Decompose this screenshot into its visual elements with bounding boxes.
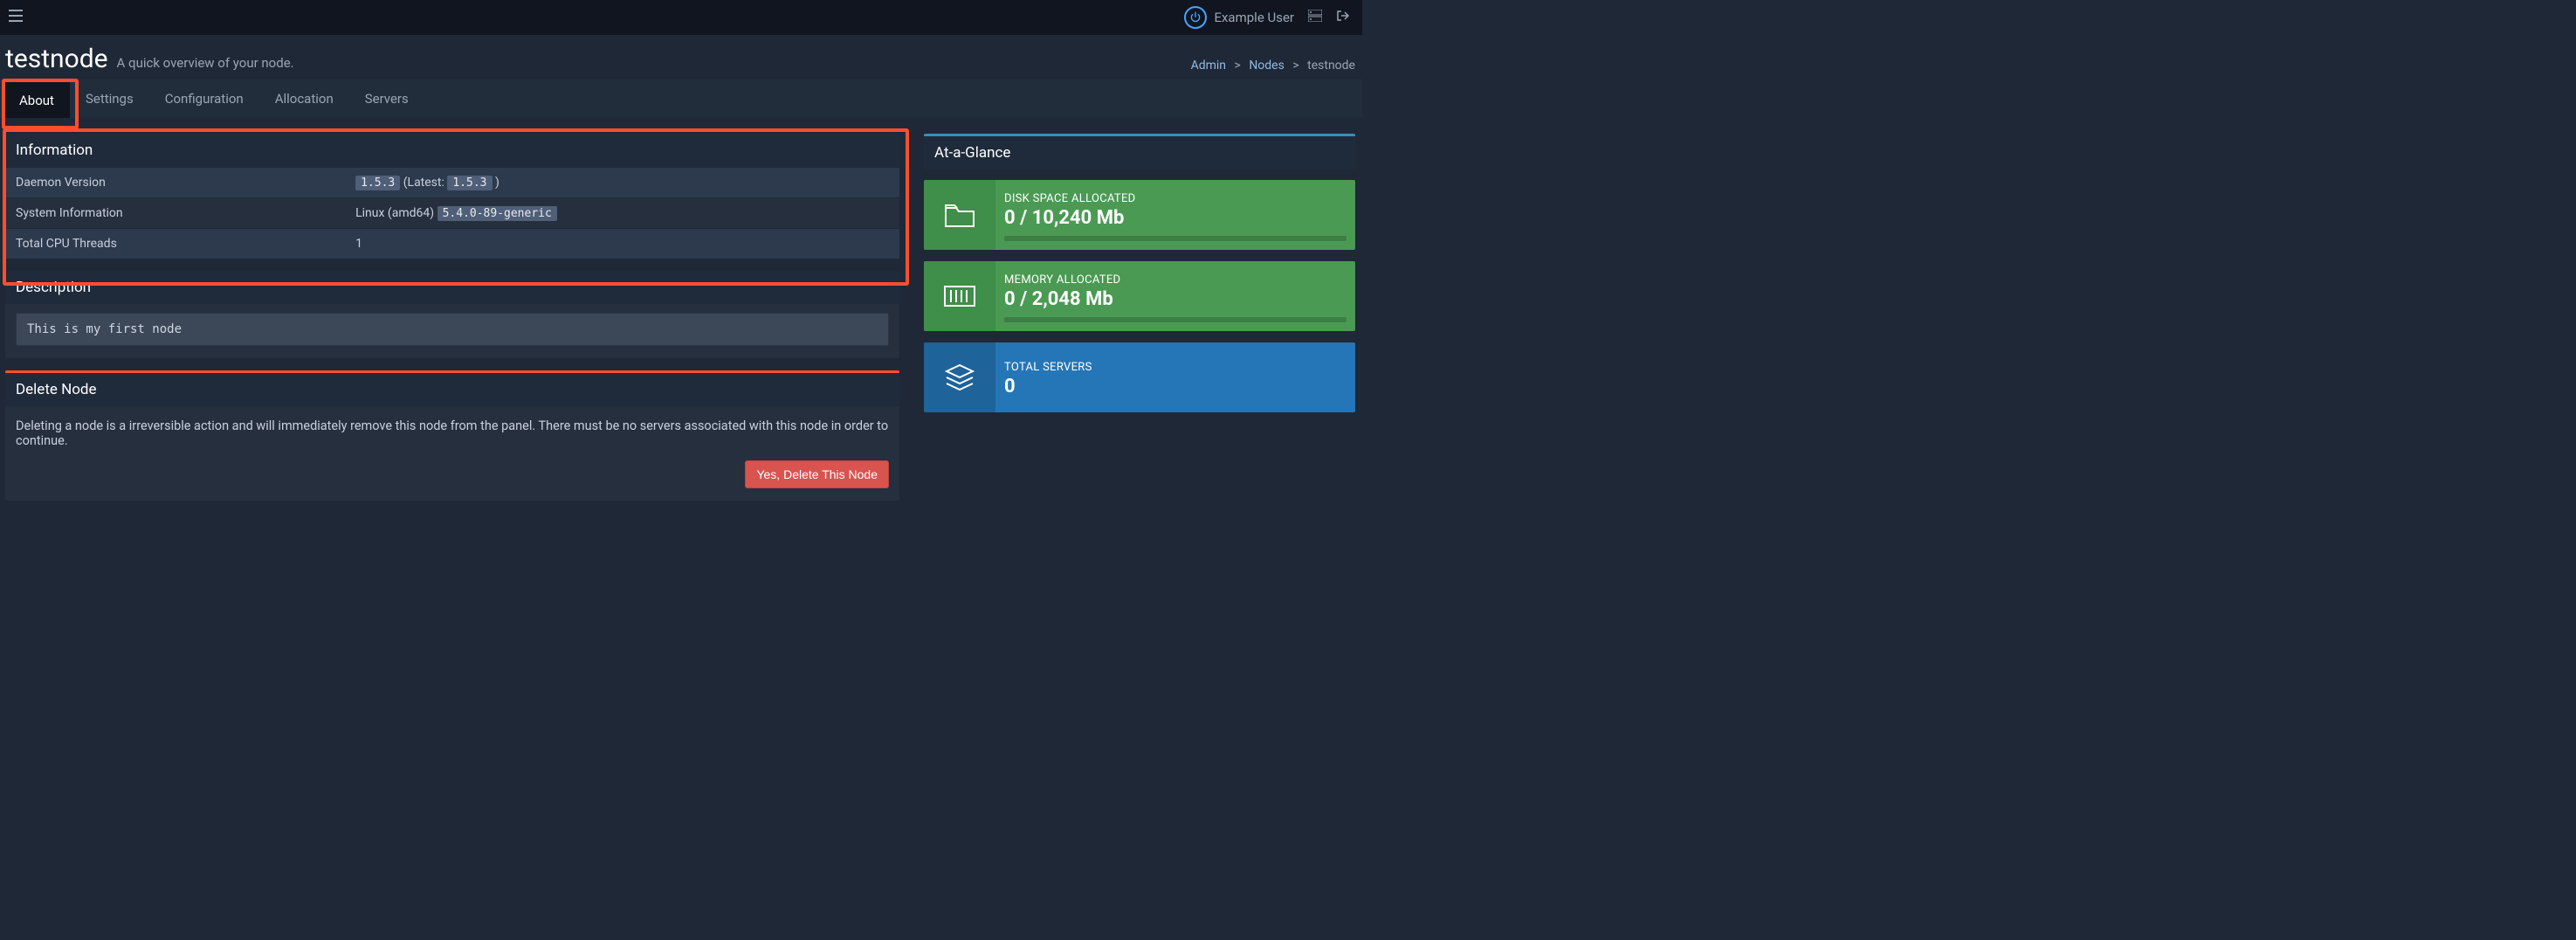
microchip-icon [924, 261, 995, 331]
daemon-version-label: Daemon Version [5, 168, 345, 198]
user-menu[interactable]: Example User [1184, 6, 1294, 29]
servers-value: 0 [1004, 376, 1347, 397]
at-a-glance-title: At-a-Glance [924, 136, 1355, 169]
daemon-version-code: 1.5.3 [355, 176, 400, 190]
table-row: Total CPU Threads 1 [5, 229, 899, 259]
breadcrumb-nodes[interactable]: Nodes [1249, 59, 1285, 73]
daemon-version-latest-suffix: ) [495, 176, 499, 190]
tab-allocation[interactable]: Allocation [259, 79, 349, 118]
page-title-text: testnode [5, 44, 108, 74]
username-label: Example User [1214, 10, 1294, 25]
breadcrumb-sep-icon: > [1287, 59, 1304, 73]
description-panel-title: Description [5, 271, 899, 304]
tab-servers-label: Servers [365, 91, 409, 107]
tab-configuration-label: Configuration [165, 91, 244, 107]
tab-configuration[interactable]: Configuration [149, 79, 259, 118]
tab-settings-label: Settings [86, 91, 134, 107]
tab-about-label: About [19, 93, 54, 108]
memory-progress-bar [1004, 317, 1347, 322]
memory-value: 0 / 2,048 Mb [1004, 288, 1347, 310]
page-header: testnode A quick overview of your node. … [0, 35, 1362, 79]
system-info-kernel: 5.4.0-89-generic [437, 206, 557, 221]
logout-button[interactable] [1331, 5, 1355, 30]
disk-tile: DISK SPACE ALLOCATED 0 / 10,240 Mb [924, 180, 1355, 250]
tab-row: About Settings Configuration Allocation … [0, 79, 1362, 118]
disk-value: 0 / 10,240 Mb [1004, 207, 1347, 229]
system-info-label: System Information [5, 198, 345, 229]
disk-progress-bar [1004, 236, 1347, 241]
cpu-threads-label: Total CPU Threads [5, 229, 345, 259]
system-info-os: Linux (amd64) [355, 206, 437, 220]
at-a-glance-panel: At-a-Glance DISK SPACE ALLOCATED 0 / 10,… [924, 134, 1355, 412]
sidebar-toggle-button[interactable] [3, 5, 28, 30]
cpu-threads-value: 1 [345, 229, 899, 259]
delete-node-button[interactable]: Yes, Delete This Node [745, 460, 889, 488]
delete-node-text: Deleting a node is a irreversible action… [5, 406, 899, 460]
page-subtitle: A quick overview of your node. [117, 55, 294, 71]
top-navbar: Example User [0, 0, 1362, 35]
information-panel-title: Information [5, 134, 899, 167]
information-table: Daemon Version 1.5.3 (Latest: 1.5.3 ) Sy… [5, 167, 899, 259]
server-link[interactable] [1303, 5, 1327, 30]
delete-node-title: Delete Node [5, 373, 899, 406]
tab-allocation-label: Allocation [275, 91, 334, 107]
tab-settings[interactable]: Settings [70, 79, 149, 118]
tab-servers[interactable]: Servers [349, 79, 424, 118]
daemon-version-value-cell: 1.5.3 (Latest: 1.5.3 ) [345, 168, 899, 198]
servers-label: TOTAL SERVERS [1004, 361, 1347, 374]
system-info-value-cell: Linux (amd64) 5.4.0-89-generic [345, 198, 899, 229]
hamburger-icon [9, 10, 23, 25]
delete-node-panel: Delete Node Deleting a node is a irrever… [5, 370, 899, 501]
table-row: Daemon Version 1.5.3 (Latest: 1.5.3 ) [5, 168, 899, 198]
description-panel: Description This is my first node [5, 271, 899, 358]
breadcrumb-sep-icon: > [1229, 59, 1246, 73]
power-icon [1184, 6, 1207, 29]
breadcrumb-admin[interactable]: Admin [1191, 59, 1226, 73]
logout-icon [1336, 10, 1350, 25]
servers-tile: TOTAL SERVERS 0 [924, 342, 1355, 412]
page-title: testnode A quick overview of your node. [5, 44, 294, 74]
disk-label: DISK SPACE ALLOCATED [1004, 192, 1347, 205]
daemon-version-latest-prefix: (Latest: [403, 176, 448, 190]
description-text: This is my first node [16, 313, 889, 346]
tab-about[interactable]: About [3, 79, 70, 118]
layers-icon [924, 342, 995, 412]
memory-label: MEMORY ALLOCATED [1004, 273, 1347, 287]
breadcrumb: Admin > Nodes > testnode [1191, 59, 1357, 74]
memory-tile: MEMORY ALLOCATED 0 / 2,048 Mb [924, 261, 1355, 331]
breadcrumb-active: testnode [1307, 59, 1355, 73]
table-row: System Information Linux (amd64) 5.4.0-8… [5, 198, 899, 229]
folder-icon [924, 180, 995, 250]
information-panel: Information Daemon Version 1.5.3 (Latest… [5, 134, 899, 259]
daemon-version-latest-code: 1.5.3 [447, 176, 492, 190]
server-icon [1308, 10, 1322, 25]
